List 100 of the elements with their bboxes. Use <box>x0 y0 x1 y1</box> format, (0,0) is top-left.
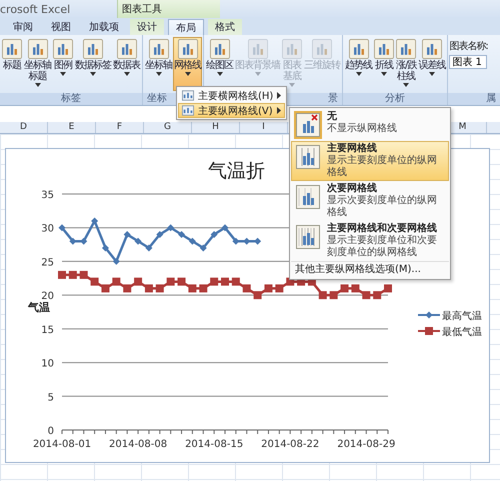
point <box>264 284 272 292</box>
point <box>166 278 175 286</box>
point <box>167 224 174 232</box>
option-title: 次要网格线 <box>327 183 378 194</box>
point <box>90 278 99 286</box>
point <box>199 284 208 292</box>
ribbon-button[interactable]: 图例 <box>52 37 74 91</box>
column-header[interactable]: E <box>48 122 96 133</box>
column-header[interactable]: D <box>0 122 48 133</box>
point <box>384 284 392 292</box>
menu-item[interactable]: 其他主要纵网格线选项(M)... <box>291 261 449 278</box>
axis-title: 气温 <box>28 301 50 314</box>
menu-item[interactable]: 主要网格线和次要网格线 显示主要刻度单位和次要刻度单位的纵网格线 <box>291 221 449 261</box>
legend-label: 最低气温 <box>442 327 482 338</box>
tick-label: 35 <box>41 190 54 201</box>
ribbon-button[interactable]: 涨/跌 柱线 <box>395 37 418 91</box>
column-header[interactable]: H <box>192 122 240 133</box>
ribbon-tab[interactable]: 布局 <box>168 19 204 35</box>
chart-icon <box>312 39 332 59</box>
chart-icon <box>210 39 230 59</box>
point <box>330 291 338 300</box>
caret-icon <box>403 83 410 87</box>
menu-item[interactable]: 次要网格线 显示次要刻度单位的纵网格线 <box>291 181 449 221</box>
point <box>68 270 77 279</box>
caret-icon <box>184 72 190 76</box>
tick-label: 15 <box>41 324 54 336</box>
tick-label: 2014-08-22 <box>261 439 320 450</box>
ribbon-button[interactable]: 趋势线 <box>344 37 373 91</box>
caret-icon <box>60 72 66 76</box>
context-tab-label: 图表工具 <box>117 0 220 18</box>
chart-icon <box>248 39 268 59</box>
menu-item[interactable]: 主要网格线 显示主要刻度单位的纵网格线 <box>291 141 449 181</box>
option-description: 显示主要刻度单位和次要刻度单位的纵网格线 <box>327 235 438 259</box>
column-header[interactable]: F <box>96 122 144 133</box>
tick-label: 5 <box>48 392 54 404</box>
caret-icon <box>34 83 40 87</box>
ribbon-tab[interactable]: 格式 <box>208 19 242 35</box>
chart-title: 气温折 <box>208 160 265 182</box>
menu-item[interactable]: 主要纵网格线(V) <box>178 103 286 118</box>
group-label: 景 <box>328 93 338 104</box>
caret-icon <box>428 72 435 76</box>
point <box>124 230 131 238</box>
ribbon-tab[interactable]: 审阅 <box>6 19 40 35</box>
ribbon-button[interactable]: 标题 <box>1 37 23 91</box>
ribbon-tab[interactable]: 加载项 <box>82 19 126 35</box>
ribbon-tab[interactable]: 设计 <box>130 19 164 35</box>
menu-item[interactable]: 主要横网格线(H) <box>178 88 286 103</box>
chart-icon <box>348 39 368 59</box>
point <box>112 258 120 265</box>
point <box>134 238 142 245</box>
point <box>275 284 284 292</box>
point <box>362 291 370 300</box>
chart-icon <box>422 39 442 59</box>
point <box>340 284 349 292</box>
point <box>242 284 251 292</box>
chart-icon <box>83 39 103 59</box>
point <box>254 238 262 245</box>
tick-label: 2014-08-15 <box>185 439 244 450</box>
ribbon-button[interactable]: 坐标轴 标题 <box>23 37 52 91</box>
option-title: 无 <box>327 111 338 123</box>
chart-icon <box>148 39 168 59</box>
ribbon-tab[interactable]: 视图 <box>44 19 78 35</box>
column-header[interactable]: G <box>144 122 192 133</box>
ribbon-button[interactable]: 折线 <box>373 37 395 91</box>
caret-icon <box>356 72 362 76</box>
point <box>200 244 207 252</box>
caret-icon <box>156 72 162 76</box>
legend-label: 最高气温 <box>442 311 482 322</box>
column-header[interactable]: I <box>240 122 288 133</box>
point <box>210 230 218 238</box>
point <box>101 284 110 292</box>
group-label: 属 <box>486 93 496 104</box>
gridlines-icon <box>182 90 194 101</box>
point <box>178 278 186 286</box>
chart-name-field[interactable]: 图表 1 <box>449 55 488 69</box>
ribbon-button[interactable]: 数据表 <box>112 37 141 91</box>
point <box>156 230 164 238</box>
point <box>318 291 327 300</box>
option-title: 主要网格线和次要网格线 <box>327 223 438 234</box>
point <box>188 238 196 245</box>
point <box>145 244 152 252</box>
ribbon-button[interactable]: 数据标签 <box>74 37 112 91</box>
tick-label: 2014-08-01 <box>32 439 92 450</box>
group-label: 坐标 <box>147 93 167 104</box>
chart-icon <box>282 39 302 59</box>
tick-label: 2014-08-29 <box>337 439 396 450</box>
tick-label: 30 <box>41 224 54 235</box>
chart-icon <box>396 39 416 59</box>
caret-icon <box>90 72 96 76</box>
chart-icon <box>28 39 48 59</box>
ribbon-button[interactable]: 误差线 <box>417 37 446 91</box>
tick-label: 2014-08-08 <box>109 439 168 450</box>
chart-icon <box>374 39 394 59</box>
ribbon-button[interactable]: 网格线 <box>173 37 202 91</box>
point <box>58 270 66 279</box>
point <box>232 278 240 286</box>
tick-label: 0 <box>48 426 54 437</box>
ribbon-button[interactable]: 坐标轴 <box>144 37 173 91</box>
chart-icon <box>2 39 22 59</box>
legend-key <box>418 312 440 318</box>
